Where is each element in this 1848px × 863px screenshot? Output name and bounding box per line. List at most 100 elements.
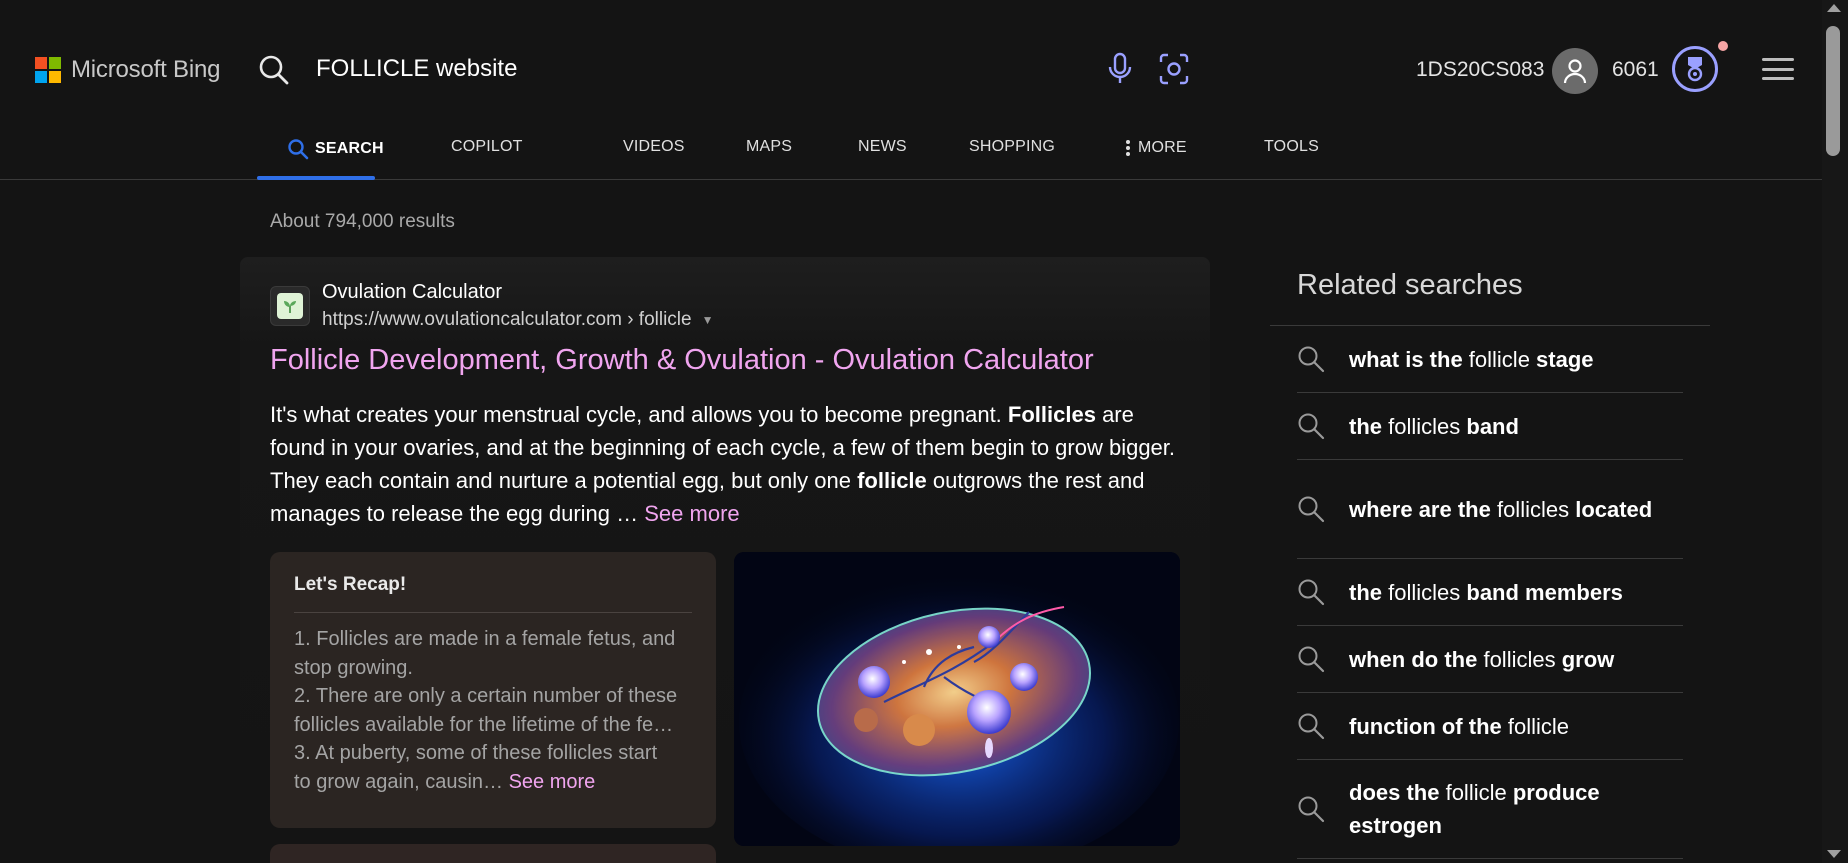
- related-search-text[interactable]: what is the follicle stage: [1349, 343, 1594, 376]
- scroll-up-arrow-icon[interactable]: [1827, 4, 1841, 12]
- user-icon: [1563, 59, 1587, 84]
- avatar[interactable]: [1552, 48, 1598, 94]
- related-plain-text: follicles: [1388, 413, 1467, 439]
- recap-line-text: to grow again, causin…: [294, 770, 509, 793]
- visual-search-icon[interactable]: [1158, 52, 1190, 86]
- related-plain-text: follicle: [1507, 713, 1569, 739]
- search-icon[interactable]: [258, 54, 290, 86]
- menu-icon[interactable]: [1762, 58, 1794, 80]
- tab-label: MAPS: [746, 138, 793, 155]
- site-url[interactable]: https://www.ovulationcalculator.com › fo…: [322, 309, 714, 331]
- tab-tools[interactable]: TOOLS: [1264, 138, 1319, 156]
- next-card-partial: [270, 844, 716, 863]
- related-searches-list: what is the follicle stage the follicles…: [1297, 326, 1683, 859]
- search-icon: [1297, 495, 1349, 523]
- follicle-illustration-image[interactable]: [734, 552, 1180, 846]
- search-icon: [1297, 412, 1349, 440]
- related-bold-text: when do the: [1349, 646, 1484, 672]
- rewards-medal-icon[interactable]: [1672, 46, 1718, 92]
- related-bold-text: what is the: [1349, 346, 1469, 372]
- tab-maps[interactable]: MAPS: [746, 138, 792, 156]
- search-icon: [288, 139, 309, 160]
- scroll-down-arrow-icon[interactable]: [1827, 850, 1841, 858]
- tab-label: TOOLS: [1264, 138, 1319, 155]
- related-search-text[interactable]: the follicles band members: [1349, 576, 1623, 609]
- related-search-item[interactable]: when do the follicles grow: [1297, 626, 1683, 693]
- related-search-text[interactable]: the follicles band: [1349, 410, 1519, 443]
- nav-tabs: SEARCH COPILOT VIDEOS MAPS NEWS SHOPPING…: [0, 132, 1319, 180]
- microphone-icon[interactable]: [1106, 52, 1134, 86]
- related-searches-title: Related searches: [1297, 269, 1523, 301]
- tab-news[interactable]: NEWS: [858, 138, 907, 156]
- snippet-highlight: Follicles: [1007, 402, 1096, 427]
- snippet-highlight: follicle: [857, 468, 927, 493]
- search-input[interactable]: FOLLICLE website: [316, 55, 517, 83]
- snippet-text: It's what creates your menstrual cycle, …: [270, 402, 1008, 427]
- result-count: About 794,000 results: [270, 211, 455, 232]
- tab-label: VIDEOS: [623, 138, 685, 155]
- recap-card: Let's Recap! 1. Follicles are made in a …: [270, 552, 716, 828]
- tab-label: SEARCH: [315, 140, 384, 157]
- tab-copilot[interactable]: COPILOT: [451, 138, 523, 156]
- related-search-item[interactable]: the follicles band: [1297, 393, 1683, 460]
- search-icon: [1297, 795, 1349, 823]
- related-plain-text: follicles: [1496, 496, 1576, 522]
- result-snippet: It's what creates your menstrual cycle, …: [270, 398, 1190, 530]
- recap-line-last: to grow again, causin… See more: [294, 768, 694, 797]
- related-bold-text: where are the: [1349, 496, 1497, 522]
- user-id[interactable]: 1DS20CS083: [1416, 58, 1544, 82]
- related-bold-text: band members: [1466, 579, 1623, 605]
- recap-see-more-link[interactable]: See more: [509, 771, 596, 793]
- related-search-text[interactable]: where are the follicles located: [1349, 493, 1652, 526]
- related-plain-text: follicle: [1445, 780, 1513, 805]
- related-bold-text: the: [1349, 413, 1389, 439]
- recap-line: 2. There are only a certain number of th…: [294, 685, 678, 707]
- related-search-item[interactable]: the follicles band members: [1297, 559, 1683, 626]
- active-tab-indicator: [257, 176, 375, 180]
- recap-line: 3. At puberty, some of these follicles s…: [294, 742, 658, 764]
- related-bold-text: located: [1575, 496, 1653, 522]
- site-name[interactable]: Ovulation Calculator: [322, 281, 502, 304]
- caret-down-icon[interactable]: ▼: [702, 313, 714, 327]
- scrollbar-thumb[interactable]: [1826, 26, 1840, 156]
- result-title-link[interactable]: Follicle Development, Growth & Ovulation…: [270, 344, 1094, 377]
- related-bold-text: function of the: [1349, 713, 1508, 739]
- tab-label: COPILOT: [451, 138, 523, 155]
- related-search-item[interactable]: does the follicle produce estrogen: [1297, 760, 1683, 859]
- tab-search[interactable]: SEARCH: [287, 138, 384, 160]
- header: Microsoft Bing FOLLICLE website 1DS20CS0…: [0, 0, 1848, 180]
- tab-shopping[interactable]: SHOPPING: [969, 138, 1055, 156]
- related-search-item[interactable]: function of the follicle: [1297, 693, 1683, 760]
- more-vertical-icon: [1126, 140, 1130, 156]
- related-search-text[interactable]: when do the follicles grow: [1349, 643, 1614, 676]
- microsoft-logo-icon: [35, 57, 61, 83]
- related-bold-text: does the: [1349, 780, 1446, 805]
- see-more-link[interactable]: See more: [644, 501, 739, 526]
- bing-logo[interactable]: Microsoft Bing: [35, 56, 220, 84]
- tab-label: MORE: [1138, 139, 1187, 156]
- related-search-item[interactable]: where are the follicles located: [1297, 460, 1683, 559]
- site-favicon[interactable]: [270, 286, 310, 326]
- search-icon: [1297, 645, 1349, 673]
- related-search-item[interactable]: what is the follicle stage: [1297, 326, 1683, 393]
- related-plain-text: follicles: [1483, 646, 1562, 672]
- recap-line: 1. Follicles are made in a female fetus,…: [294, 628, 676, 650]
- logo-text: Microsoft Bing: [71, 56, 221, 83]
- notification-dot: [1718, 41, 1728, 51]
- search-icon: [1297, 345, 1349, 373]
- recap-line: follicles available for the lifetime of …: [294, 713, 674, 736]
- site-url-text[interactable]: https://www.ovulationcalculator.com › fo…: [322, 309, 692, 330]
- related-search-text[interactable]: does the follicle produce estrogen: [1349, 776, 1683, 842]
- related-plain-text: follicles: [1388, 579, 1467, 605]
- tab-more[interactable]: MORE: [1124, 138, 1187, 158]
- recap-list: 1. Follicles are made in a female fetus,…: [294, 625, 694, 796]
- related-bold-text: stage: [1536, 346, 1594, 372]
- tab-label: SHOPPING: [969, 138, 1056, 155]
- rewards-points[interactable]: 6061: [1612, 58, 1659, 82]
- recap-line: stop growing.: [294, 656, 413, 679]
- tab-videos[interactable]: VIDEOS: [623, 138, 685, 156]
- sprout-icon: [284, 301, 296, 313]
- related-bold-text: the: [1349, 579, 1389, 605]
- related-search-text[interactable]: function of the follicle: [1349, 710, 1569, 743]
- search-icon: [1297, 712, 1349, 740]
